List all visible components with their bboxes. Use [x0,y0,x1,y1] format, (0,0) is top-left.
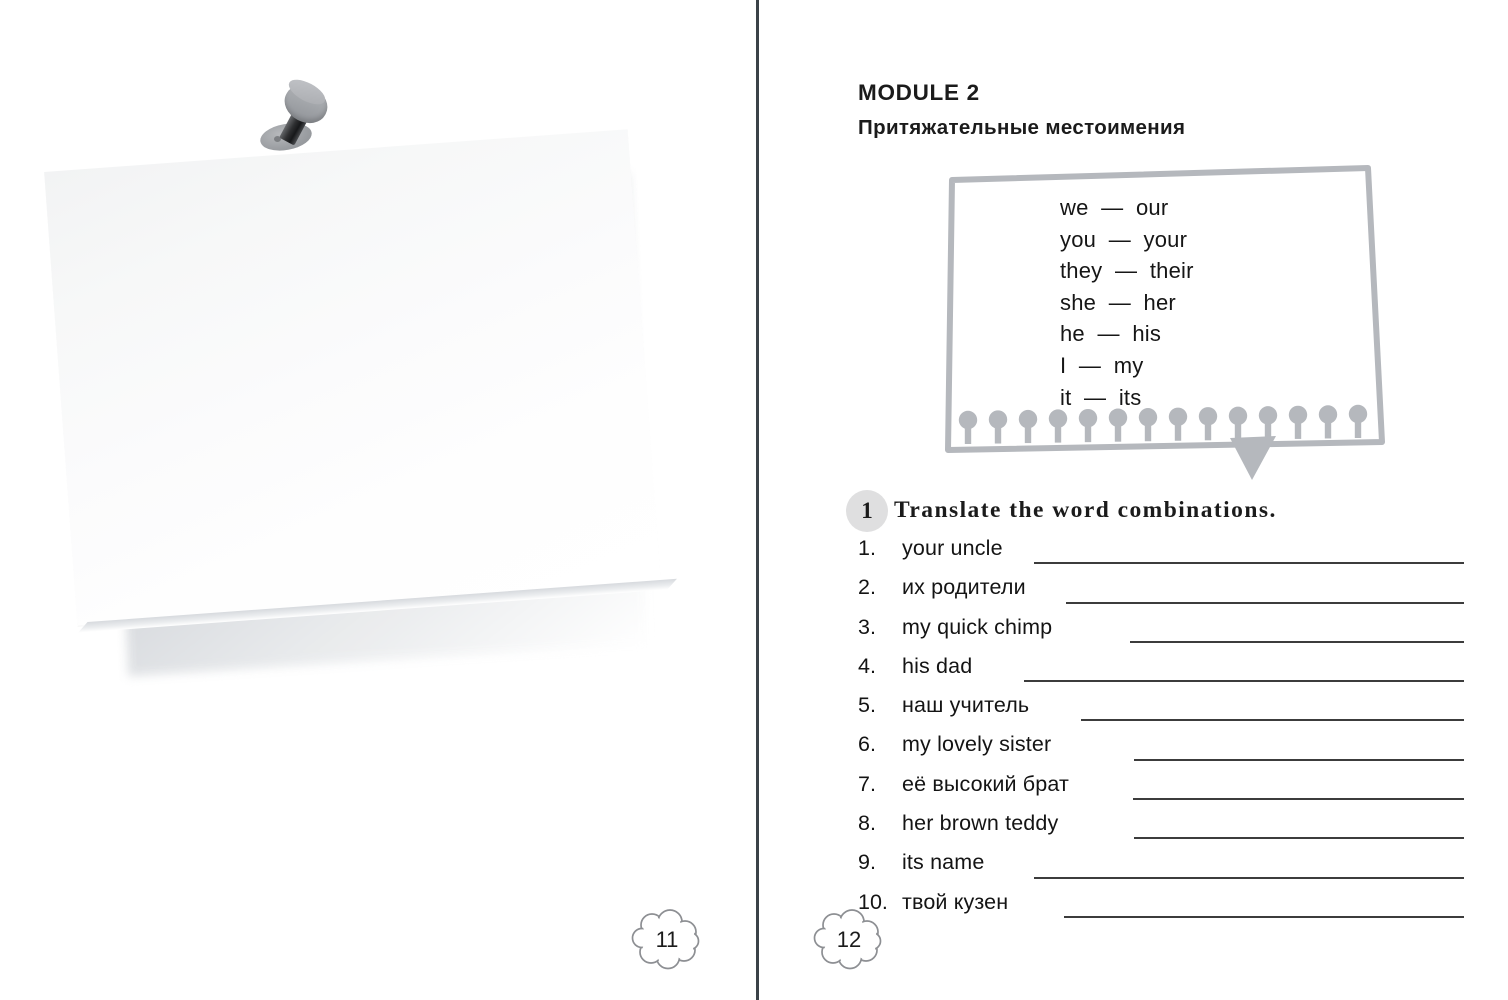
task-number: 2. [858,575,876,600]
task-phrase: my lovely sister [902,732,1052,757]
answer-blank-line[interactable] [1134,837,1464,840]
pronoun-pair-list: we — our you — your they — their she — h… [1060,192,1194,413]
task-phrase: её высокий брат [902,771,1069,796]
pronoun-pair: you — your [1060,226,1188,252]
task-number: 5. [858,693,876,718]
task-phrase: наш учитель [902,693,1030,718]
module-title: MODULE 2 [858,80,980,105]
note-paper [44,129,661,626]
page-number-left: 11 [630,908,704,972]
answer-blank-line[interactable] [1024,680,1464,683]
task-number: 7. [858,771,876,796]
task-row: 5. наш учитель [858,693,1464,732]
task-number: 6. [858,732,876,757]
task-phrase: их родители [902,575,1026,600]
pronoun-pair: I — my [1060,352,1144,378]
exercise-number-value: 1 [861,498,873,523]
task-row: 3. my quick chimp [858,615,1464,654]
page-number-right: 12 [812,908,886,972]
task-phrase: her brown teddy [902,811,1059,836]
task-number: 4. [858,653,876,678]
task-row: 8. her brown teddy [858,811,1464,850]
pronoun-reference-box: we — our you — your they — their she — h… [930,150,1400,490]
task-row: 7. её высокий брат [858,772,1464,811]
task-phrase: my quick chimp [902,614,1053,639]
pronoun-pair: it — its [1060,384,1142,410]
task-number: 8. [858,811,876,836]
task-row: 4. his dad [858,654,1464,693]
task-number: 9. [858,850,876,875]
task-phrase: its name [902,850,985,875]
pronoun-pair: we — our [1060,195,1169,220]
answer-blank-line[interactable] [1034,876,1464,879]
task-row: 2. их родители [858,575,1464,614]
task-phrase: his dad [902,653,973,678]
task-phrase: твой кузен [902,889,1009,914]
answer-blank-line[interactable] [1064,915,1464,918]
spread-gutter-rule [756,0,759,1000]
answer-blank-line[interactable] [1134,758,1464,761]
task-number: 1. [858,536,876,560]
pushpin-icon [246,74,336,168]
task-row: 1. your uncle [858,536,1464,575]
answer-blank-line[interactable] [1133,798,1464,801]
pronoun-pair: they — their [1060,258,1194,284]
answer-blank-line[interactable] [1034,562,1464,565]
sticky-note-illustration [40,40,700,720]
translation-task-list: 1. your uncle 2. их родители 3. my quick chim… [858,536,1464,929]
page-number-right-value: 12 [836,926,862,952]
book-spread: 11 MODULE 2 Притяжательные местоимения w… [0,0,1508,1000]
task-row: 6. my lovely sister [858,732,1464,771]
page-number-left-value: 11 [655,926,679,952]
answer-blank-line[interactable] [1066,601,1464,604]
answer-blank-line[interactable] [1081,719,1464,722]
pronoun-pair: he — his [1060,321,1162,347]
task-phrase: your uncle [902,536,1003,560]
module-subtitle: Притяжательные местоимения [858,116,1186,139]
left-page: 11 [0,0,757,1000]
exercise-instruction: Translate the word combinations. [894,497,1277,523]
pronoun-pair: she — her [1060,289,1176,315]
task-row: 10. твой кузен [858,890,1464,929]
task-row: 9. its name [858,850,1464,889]
task-number: 3. [858,614,876,639]
answer-blank-line[interactable] [1130,640,1464,643]
exercise-number-badge: 1 [846,490,888,532]
